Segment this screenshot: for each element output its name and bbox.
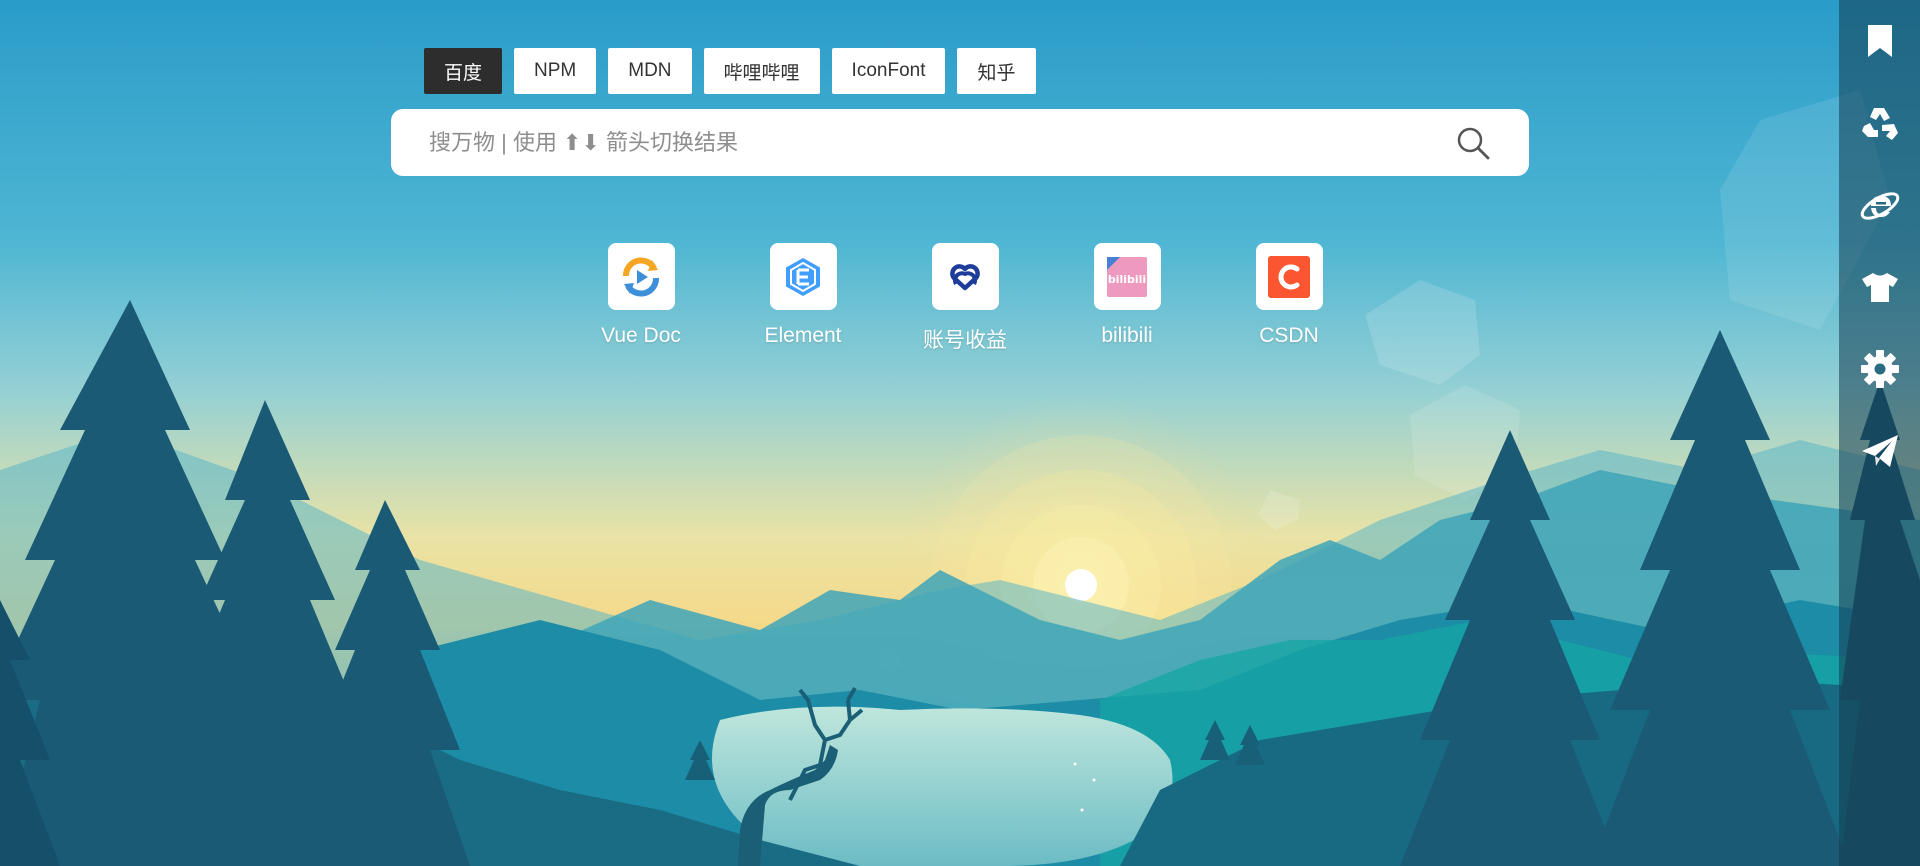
bookmark-icon[interactable] — [1839, 0, 1920, 82]
right-sidebar — [1839, 0, 1920, 866]
engine-tab-iconfont[interactable]: IconFont — [831, 48, 946, 94]
shortcut-vue-doc[interactable]: Vue Doc — [560, 243, 722, 354]
start-page: 百度 NPM MDN 哔哩哔哩 IconFont 知乎 搜万物 | 使用 ⬆⬇ … — [0, 0, 1920, 866]
search-input[interactable] — [427, 128, 1453, 157]
search-box — [391, 109, 1529, 176]
shortcut-account-earnings[interactable]: 账号收益 — [884, 243, 1046, 354]
shortcut-label: bilibili — [1101, 324, 1153, 347]
shortcut-label: Element — [764, 324, 842, 347]
paper-plane-icon[interactable] — [1839, 410, 1920, 492]
engine-tab-zhihu[interactable]: 知乎 — [957, 48, 1036, 94]
engine-tab-mdn[interactable]: MDN — [608, 48, 692, 94]
recycle-icon[interactable] — [1839, 82, 1920, 164]
vue-doc-icon — [607, 243, 675, 310]
tshirt-icon[interactable] — [1839, 246, 1920, 328]
shortcut-element[interactable]: Element — [722, 243, 884, 354]
shortcut-csdn[interactable]: CSDN — [1208, 243, 1370, 354]
account-earnings-icon — [931, 243, 999, 310]
csdn-icon — [1255, 243, 1323, 310]
gear-icon[interactable] — [1839, 328, 1920, 410]
search-icon[interactable] — [1453, 123, 1493, 163]
ie-browser-icon[interactable] — [1839, 164, 1920, 246]
shortcut-label: CSDN — [1259, 324, 1319, 347]
element-icon — [769, 243, 837, 310]
bilibili-icon: bilibili — [1093, 243, 1161, 310]
shortcut-bilibili[interactable]: bilibili bilibili — [1046, 243, 1208, 354]
shortcut-label: Vue Doc — [601, 324, 681, 347]
engine-tab-bilibili[interactable]: 哔哩哔哩 — [703, 48, 820, 94]
shortcut-label: 账号收益 — [923, 329, 1007, 352]
shortcut-grid: Vue Doc Element 账号收益 bilibili bilibili C… — [560, 243, 1370, 354]
engine-tab-baidu[interactable]: 百度 — [424, 48, 503, 94]
svg-text:bilibili: bilibili — [1108, 273, 1146, 286]
search-engine-tabs: 百度 NPM MDN 哔哩哔哩 IconFont 知乎 — [424, 48, 1036, 94]
engine-tab-npm[interactable]: NPM — [514, 48, 597, 94]
